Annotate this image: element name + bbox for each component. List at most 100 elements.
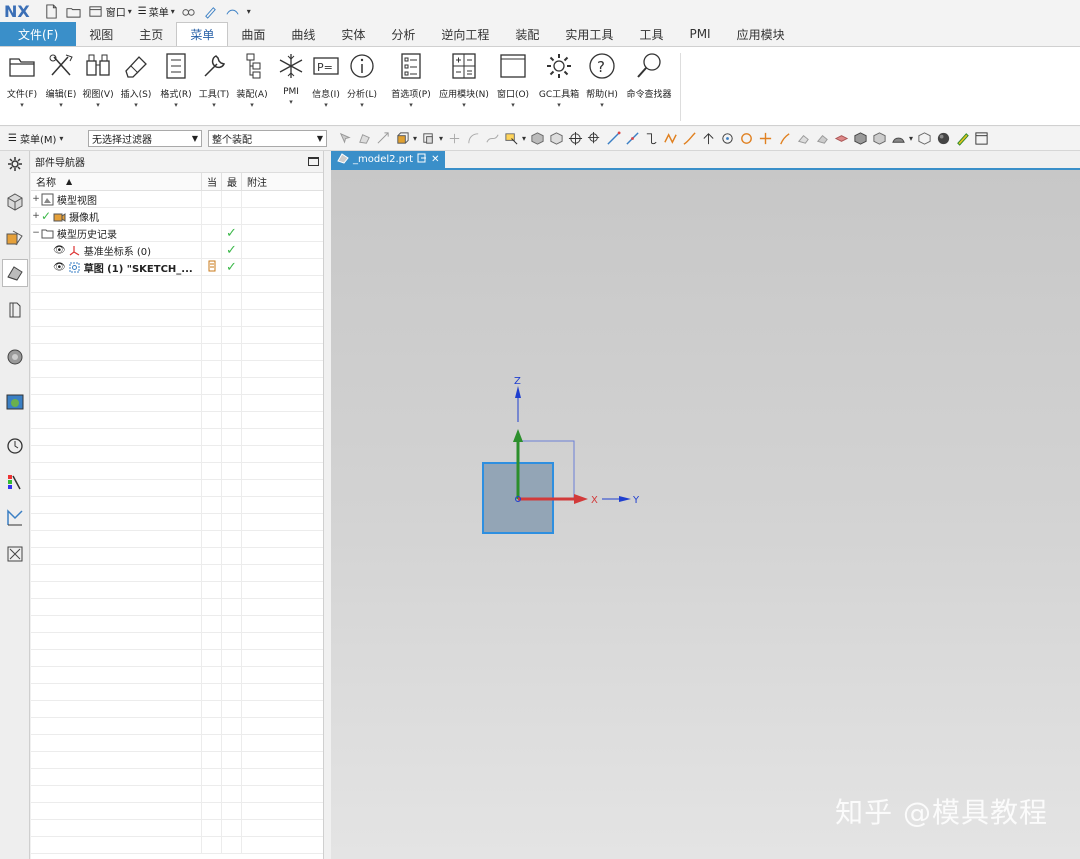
- tree-row-cameras[interactable]: + ✓ 摄像机: [31, 208, 323, 225]
- tab-reverse-engineering[interactable]: 逆向工程: [428, 22, 502, 46]
- snap-point-icon[interactable]: [446, 131, 462, 147]
- point-on-face-icon[interactable]: [795, 131, 811, 147]
- main-menu-button[interactable]: ☰ 菜单(M) ▾: [8, 131, 82, 146]
- tree-row-sketch[interactable]: 👁 草图 (1) "SKETCH_... ✓: [31, 259, 323, 276]
- select-body-icon[interactable]: [394, 131, 410, 147]
- ribbon-assembly-button[interactable]: 装配(A) ▾: [234, 51, 270, 109]
- new-file-icon[interactable]: [44, 3, 60, 19]
- ribbon-format-button[interactable]: 格式(R) ▾: [158, 51, 194, 109]
- snap-target-icon[interactable]: [586, 131, 602, 147]
- perpendicular-icon[interactable]: [700, 131, 716, 147]
- chevron-down-icon[interactable]: ▾: [413, 134, 417, 143]
- ribbon-help-button[interactable]: ? 帮助(H) ▾: [584, 51, 620, 109]
- visibility-eye-icon[interactable]: 👁: [53, 262, 66, 273]
- ribbon-insert-button[interactable]: 插入(S) ▾: [118, 51, 154, 109]
- line-endpoint-icon[interactable]: [605, 131, 621, 147]
- tab-assembly[interactable]: 装配: [502, 22, 552, 46]
- chevron-down-icon[interactable]: ▾: [522, 134, 526, 143]
- brush-icon[interactable]: [203, 3, 219, 19]
- wireframe-icon[interactable]: [916, 131, 932, 147]
- glasses-icon[interactable]: [181, 3, 197, 19]
- model-tab[interactable]: _model2.prt ✕: [331, 151, 446, 168]
- intersection-icon[interactable]: [662, 131, 678, 147]
- tab-applications[interactable]: 应用模块: [724, 22, 798, 46]
- visibility-eye-icon[interactable]: 👁: [53, 245, 66, 256]
- process-studio-icon[interactable]: [4, 507, 26, 529]
- tab-utilities[interactable]: 实用工具: [552, 22, 626, 46]
- open-file-icon[interactable]: [66, 3, 82, 19]
- expand-icon[interactable]: +: [31, 211, 41, 221]
- collapse-icon[interactable]: −: [31, 228, 41, 238]
- selection-scope-select[interactable]: 整个装配 ▼: [208, 130, 327, 147]
- ribbon-file-button[interactable]: 文件(F) ▾: [4, 51, 40, 109]
- reuse-library-icon[interactable]: [4, 299, 26, 321]
- ribbon-window-button[interactable]: 窗口(O) ▾: [495, 51, 531, 109]
- close-tab-icon[interactable]: ✕: [431, 154, 439, 165]
- graphics-window[interactable]: Z X Y 知乎 @模具教程: [331, 170, 1080, 859]
- tab-view[interactable]: 视图: [76, 22, 126, 46]
- settings-gear-icon[interactable]: [4, 153, 26, 175]
- select-face-icon[interactable]: [356, 131, 372, 147]
- tree-row-datum-csys[interactable]: 👁 基准坐标系 (0) ✓: [31, 242, 323, 259]
- sphere-icon[interactable]: [935, 131, 951, 147]
- part-navigator-icon[interactable]: [2, 259, 28, 287]
- snap-curve-icon[interactable]: [484, 131, 500, 147]
- tree-row-model-views[interactable]: + 模型视图: [31, 191, 323, 208]
- column-name[interactable]: 名称 ▲: [31, 173, 202, 190]
- circle-center-icon[interactable]: [719, 131, 735, 147]
- hidden-edges-icon[interactable]: [871, 131, 887, 147]
- tab-surface[interactable]: 曲面: [228, 22, 278, 46]
- chevron-down-icon[interactable]: ▾: [909, 134, 913, 143]
- window-frame-icon[interactable]: [973, 131, 989, 147]
- column-current[interactable]: 当: [202, 173, 222, 190]
- cube-icon[interactable]: [548, 131, 564, 147]
- ribbon-gc-toolbox-button[interactable]: GC工具箱 ▾: [539, 51, 579, 109]
- constraint-navigator-icon[interactable]: [4, 227, 26, 249]
- ribbon-tools-button[interactable]: 工具(T) ▾: [196, 51, 232, 109]
- tab-home[interactable]: 主页: [126, 22, 176, 46]
- select-point-icon[interactable]: [503, 131, 519, 147]
- tab-tools[interactable]: 工具: [626, 22, 676, 46]
- ribbon-pmi-button[interactable]: PMI ▾: [273, 51, 309, 106]
- maximize-icon[interactable]: [308, 157, 319, 166]
- ribbon-edit-button[interactable]: 编辑(E) ▾: [43, 51, 79, 109]
- shaded-cube-icon[interactable]: [529, 131, 545, 147]
- hd3d-tools-icon[interactable]: [4, 346, 26, 368]
- orient-view-icon[interactable]: [833, 131, 849, 147]
- expand-icon[interactable]: +: [31, 194, 41, 204]
- type-filter-select[interactable]: 无选择过滤器 ▼: [88, 130, 202, 147]
- select-feature-icon[interactable]: [337, 131, 353, 147]
- point-on-curve-icon[interactable]: [776, 131, 792, 147]
- curve-icon[interactable]: [225, 3, 241, 19]
- assembly-navigator-icon[interactable]: [4, 191, 26, 213]
- history-clock-icon[interactable]: [4, 435, 26, 457]
- chevron-down-icon[interactable]: ▾: [439, 134, 443, 143]
- web-browser-icon[interactable]: [4, 391, 26, 413]
- customize-chevron-icon[interactable]: ▾: [247, 7, 251, 16]
- ribbon-view-button[interactable]: 视图(V) ▾: [80, 51, 116, 109]
- quadrant-icon[interactable]: [738, 131, 754, 147]
- snap-arc-icon[interactable]: [465, 131, 481, 147]
- tab-file[interactable]: 文件(F): [0, 22, 77, 46]
- shaded-edges-icon[interactable]: [890, 131, 906, 147]
- ribbon-command-finder-button[interactable]: 命令查找器: [627, 51, 672, 100]
- ribbon-info-button[interactable]: P= 信息(I) ▾: [308, 51, 344, 109]
- bounded-grid-icon[interactable]: [814, 131, 830, 147]
- arc-center-icon[interactable]: [681, 131, 697, 147]
- system-materials-icon[interactable]: [4, 471, 26, 493]
- ribbon-app-module-button[interactable]: 应用模块(N) ▾: [439, 51, 489, 109]
- tab-menu[interactable]: 菜单: [176, 22, 229, 46]
- column-note[interactable]: 附注: [242, 173, 323, 190]
- render-style-icon[interactable]: [852, 131, 868, 147]
- window-menu[interactable]: 窗口 ▾: [88, 3, 132, 19]
- existing-point-icon[interactable]: [757, 131, 773, 147]
- tab-pmi[interactable]: PMI: [676, 22, 723, 46]
- control-point-icon[interactable]: [643, 131, 659, 147]
- tab-analysis[interactable]: 分析: [378, 22, 428, 46]
- crosshair-icon[interactable]: [567, 131, 583, 147]
- color-icon[interactable]: [954, 131, 970, 147]
- ribbon-preferences-button[interactable]: 首选项(P) ▾: [391, 51, 431, 109]
- roles-icon[interactable]: [4, 543, 26, 565]
- tab-solid[interactable]: 实体: [328, 22, 378, 46]
- column-latest[interactable]: 最: [222, 173, 242, 190]
